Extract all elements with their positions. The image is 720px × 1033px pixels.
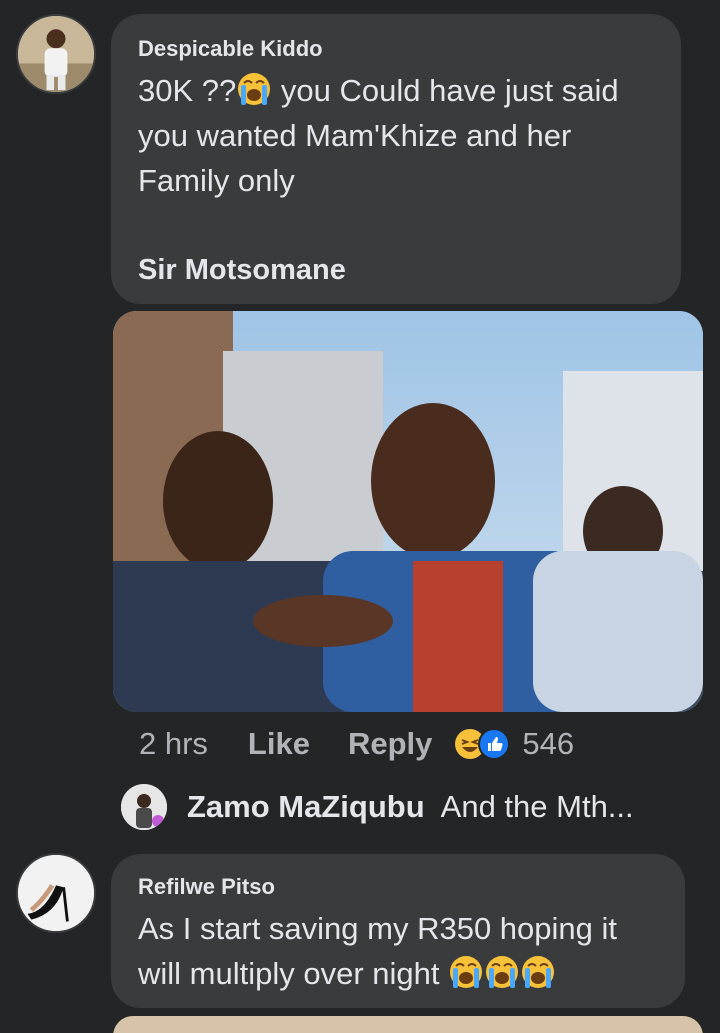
comment-bubble: Refilwe Pitso As I start saving my R350 … — [111, 854, 685, 1008]
comment-signature: Sir Motsomane — [138, 254, 346, 286]
comment-attached-photo[interactable] — [113, 311, 703, 712]
crying-face-emoji-icon — [236, 71, 272, 107]
profile-photo-icon — [18, 16, 94, 92]
reaction-summary[interactable]: 546 — [454, 726, 574, 762]
crying-face-emoji-icon — [484, 954, 520, 990]
comment-text: As I start saving my R350 hoping it will… — [138, 906, 659, 996]
comment-actions: 2 hrs Like Reply 546 — [139, 722, 574, 766]
comment-author[interactable]: Despicable Kiddo — [138, 36, 655, 62]
reaction-count: 546 — [522, 726, 575, 761]
like-reaction-icon — [478, 728, 511, 760]
photo-image — [113, 311, 703, 712]
crying-face-emoji-icon — [520, 954, 556, 990]
reply-button[interactable]: Reply — [348, 726, 432, 762]
reply-preview[interactable]: Zamo MaZiqubu And the Mth... — [121, 783, 634, 831]
reply-author[interactable]: Zamo MaZiqubu — [187, 789, 425, 825]
comment-author[interactable]: Refilwe Pitso — [138, 874, 659, 900]
like-button[interactable]: Like — [248, 726, 310, 762]
comment-timestamp[interactable]: 2 hrs — [139, 726, 208, 762]
avatar-despicable-kiddo[interactable] — [16, 14, 96, 94]
comment-attached-photo[interactable] — [113, 1016, 703, 1033]
avatar-refilwe-pitso[interactable] — [16, 853, 96, 933]
comment-text-part: 30K ?? — [138, 73, 237, 108]
crying-face-emoji-icon — [448, 954, 484, 990]
reply-text: And the Mth... — [440, 789, 634, 824]
comment-text: 30K ?? you Could have just said you want… — [138, 68, 655, 203]
comments-thread: Despicable Kiddo 30K ?? you Could have j… — [0, 0, 720, 1033]
comment-bubble: Despicable Kiddo 30K ?? you Could have j… — [111, 14, 681, 304]
profile-photo-icon — [18, 855, 94, 931]
avatar-zamo-maziqubu[interactable] — [121, 784, 167, 830]
